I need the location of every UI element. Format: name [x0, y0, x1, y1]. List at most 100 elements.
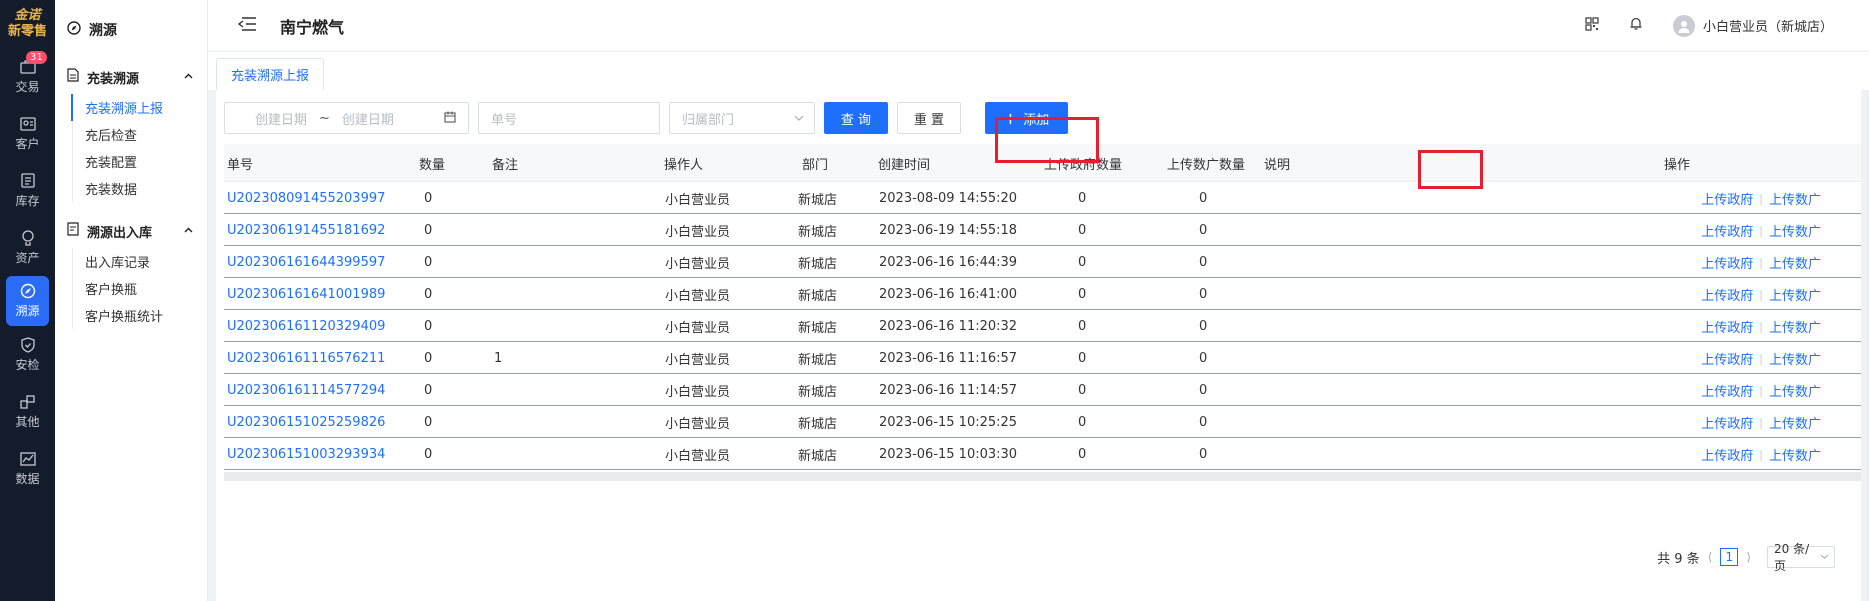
nav-rail-item[interactable]: 数据	[0, 440, 55, 497]
operator-cell: 小白营业员	[665, 256, 731, 272]
reset-button[interactable]: 重 置	[897, 102, 961, 134]
row-actions: 上传政府 | 上传数广	[1691, 246, 1821, 278]
upload-sg-link[interactable]: 上传数广	[1769, 445, 1821, 464]
department-cell: 新城店	[798, 352, 838, 368]
menu-group[interactable]: 溯源出入库	[55, 214, 207, 248]
menu-group[interactable]: 充装溯源	[55, 60, 207, 94]
compass-icon	[19, 283, 37, 299]
order-number-link[interactable]: U202306161641001989	[227, 278, 385, 310]
tab-fill-trace-report[interactable]: 充装溯源上报	[216, 58, 325, 90]
upload-gov-link[interactable]: 上传政府	[1701, 349, 1753, 368]
upload-sg-link[interactable]: 上传数广	[1769, 285, 1821, 304]
column-header: 说明	[1264, 157, 1291, 173]
chevron-up-icon	[184, 72, 193, 82]
order-number-link[interactable]: U202306161644399597	[227, 246, 385, 278]
note-cell: 1	[494, 350, 503, 366]
quantity-cell: 0	[424, 318, 433, 334]
page-number-current[interactable]: 1	[1720, 548, 1739, 566]
department-cell: 新城店	[798, 320, 838, 336]
prev-page-icon[interactable]: ⟨	[1708, 550, 1713, 564]
menu-item[interactable]: 充装溯源上报	[55, 94, 207, 121]
menu-item[interactable]: 充后检查	[55, 121, 207, 148]
plus-icon: +	[1003, 108, 1018, 128]
nav-rail-label: 库存	[15, 193, 40, 208]
menu-item[interactable]: 客户换瓶统计	[55, 302, 207, 329]
column-header: 上传政府数量	[1044, 157, 1123, 173]
upload-sg-link[interactable]: 上传数广	[1769, 413, 1821, 432]
query-button[interactable]: 查 询	[824, 102, 888, 134]
nav-rail-label: 其他	[15, 414, 40, 429]
next-page-icon[interactable]: ⟩	[1746, 550, 1751, 564]
add-button[interactable]: + 添加	[985, 102, 1068, 134]
pagination-total: 共 9 条	[1657, 551, 1700, 567]
action-divider: |	[1759, 351, 1763, 365]
menu-item[interactable]: 充装配置	[55, 148, 207, 175]
nav-rail-label: 资产	[15, 250, 40, 265]
order-number-link[interactable]: U202306191455181692	[227, 214, 385, 246]
calendar-icon[interactable]	[444, 111, 456, 126]
user-name[interactable]: 小白营业员（新城店）	[1703, 16, 1833, 35]
compass-icon	[67, 21, 81, 39]
action-divider: |	[1759, 447, 1763, 461]
order-number-link[interactable]: U202306151003293934	[227, 438, 385, 470]
order-number-link[interactable]: U202306151025259826	[227, 406, 385, 438]
order-number-link[interactable]: U202308091455203997	[227, 182, 385, 214]
menu-item[interactable]: 充装数据	[55, 175, 207, 202]
avatar[interactable]	[1672, 14, 1695, 37]
nav-rail-item[interactable]: 溯源	[6, 276, 49, 326]
nav-rail-item[interactable]: 其他	[0, 383, 55, 440]
upload-sg-link[interactable]: 上传数广	[1769, 189, 1821, 208]
row-actions: 上传政府 | 上传数广	[1691, 182, 1821, 214]
page-size-select[interactable]: 20 条/页	[1767, 542, 1835, 573]
upload-gov-link[interactable]: 上传政府	[1701, 189, 1753, 208]
date-range-picker[interactable]: 创建日期 ~ 创建日期	[224, 102, 469, 134]
nav-rail-item[interactable]: 客户	[0, 105, 55, 162]
operator-cell: 小白营业员	[665, 320, 731, 336]
upload-gov-link[interactable]: 上传政府	[1701, 445, 1753, 464]
page-title: 南宁燃气	[280, 17, 345, 37]
brand-subtitle: 新零售	[7, 24, 47, 39]
upload-gov-link[interactable]: 上传政府	[1701, 381, 1753, 400]
created-time-cell: 2023-06-16 16:41:00	[879, 286, 1018, 302]
collapse-menu-icon[interactable]	[237, 15, 258, 36]
action-divider: |	[1759, 255, 1763, 269]
horizontal-scrollbar[interactable]	[224, 472, 1861, 481]
menu-item[interactable]: 出入库记录	[55, 248, 207, 275]
order-number-link[interactable]: U202306161114577294	[227, 374, 385, 406]
upload-sg-link[interactable]: 上传数广	[1769, 253, 1821, 272]
nav-rail-item[interactable]: 安检	[0, 326, 55, 383]
order-number-link[interactable]: U202306161120329409	[227, 310, 385, 342]
action-divider: |	[1759, 319, 1763, 333]
upload-sg-link[interactable]: 上传数广	[1769, 317, 1821, 336]
order-number-input[interactable]: 单号	[478, 102, 660, 134]
sg-upload-count-cell: 0	[1199, 318, 1208, 334]
sg-upload-count-cell: 0	[1199, 254, 1208, 270]
menu-item[interactable]: 客户换瓶	[55, 275, 207, 302]
department-select[interactable]: 归属部门	[669, 102, 815, 134]
qrcode-icon[interactable]	[1585, 16, 1599, 35]
order-number-link[interactable]: U202306161116576211	[227, 342, 385, 374]
upload-sg-link[interactable]: 上传数广	[1769, 349, 1821, 368]
upload-sg-link[interactable]: 上传数广	[1769, 381, 1821, 400]
gov-upload-count-cell: 0	[1078, 286, 1087, 302]
upload-gov-link[interactable]: 上传政府	[1701, 285, 1753, 304]
upload-gov-link[interactable]: 上传政府	[1701, 413, 1753, 432]
table-row: U202306151025259826 0 小白营业员 新城店 2023-06-15 1…	[224, 406, 1861, 438]
chart-icon	[19, 451, 37, 467]
department-placeholder: 归属部门	[682, 112, 735, 128]
nav-rail-item[interactable]: 资产	[0, 219, 55, 276]
quantity-cell: 0	[424, 254, 433, 270]
upload-sg-link[interactable]: 上传数广	[1769, 221, 1821, 240]
row-actions: 上传政府 | 上传数广	[1691, 374, 1821, 406]
nav-rail-item[interactable]: 交易 31	[0, 48, 55, 105]
upload-gov-link[interactable]: 上传政府	[1701, 253, 1753, 272]
nav-rail-item[interactable]: 库存	[0, 162, 55, 219]
bell-icon[interactable]	[1629, 16, 1643, 35]
upload-gov-link[interactable]: 上传政府	[1701, 221, 1753, 240]
table-body: U202308091455203997 0 小白营业员 新城店 2023-08-09 1…	[224, 182, 1861, 470]
upload-gov-link[interactable]: 上传政府	[1701, 317, 1753, 336]
sg-upload-count-cell: 0	[1199, 382, 1208, 398]
sg-upload-count-cell: 0	[1199, 190, 1208, 206]
table-row: U202308091455203997 0 小白营业员 新城店 2023-08-09 1…	[224, 182, 1861, 214]
action-divider: |	[1759, 223, 1763, 237]
